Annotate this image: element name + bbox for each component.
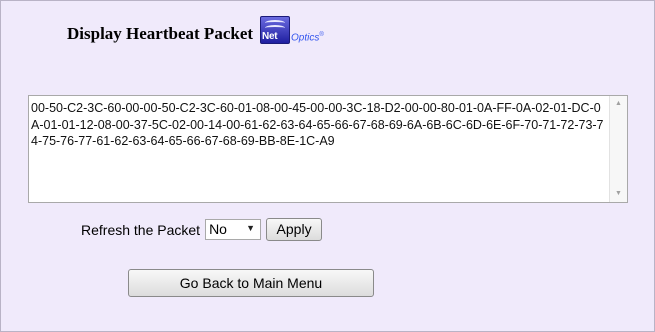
header: Display Heartbeat Packet Net Optics®: [67, 16, 324, 45]
refresh-row: Refresh the Packet No ▼ Apply: [81, 218, 323, 241]
packet-textarea[interactable]: 00-50-C2-3C-60-00-00-50-C2-3C-60-01-08-0…: [28, 95, 628, 203]
back-to-main-menu-button[interactable]: Go Back to Main Menu: [128, 269, 374, 297]
refresh-select[interactable]: No ▼: [205, 219, 262, 240]
apply-button[interactable]: Apply: [266, 218, 323, 241]
scroll-down-arrow-icon[interactable]: ▼: [610, 186, 627, 202]
logo-mark-text: Net: [262, 31, 278, 42]
logo-mark-icon: Net: [260, 16, 291, 44]
scroll-up-arrow-icon[interactable]: ▲: [610, 96, 627, 112]
page-title: Display Heartbeat Packet: [67, 24, 254, 43]
netoptics-logo: Net Optics®: [260, 16, 324, 44]
refresh-label: Refresh the Packet: [81, 221, 201, 238]
refresh-selected-value: No: [209, 221, 227, 237]
packet-hex-text: 00-50-C2-3C-60-00-00-50-C2-3C-60-01-08-0…: [31, 101, 604, 148]
dropdown-arrow-icon: ▼: [246, 223, 256, 233]
page-frame: Display Heartbeat Packet Net Optics® 00-…: [0, 0, 655, 332]
logo-tagline: Optics®: [291, 31, 324, 43]
vertical-scrollbar[interactable]: ▲ ▼: [609, 96, 627, 202]
